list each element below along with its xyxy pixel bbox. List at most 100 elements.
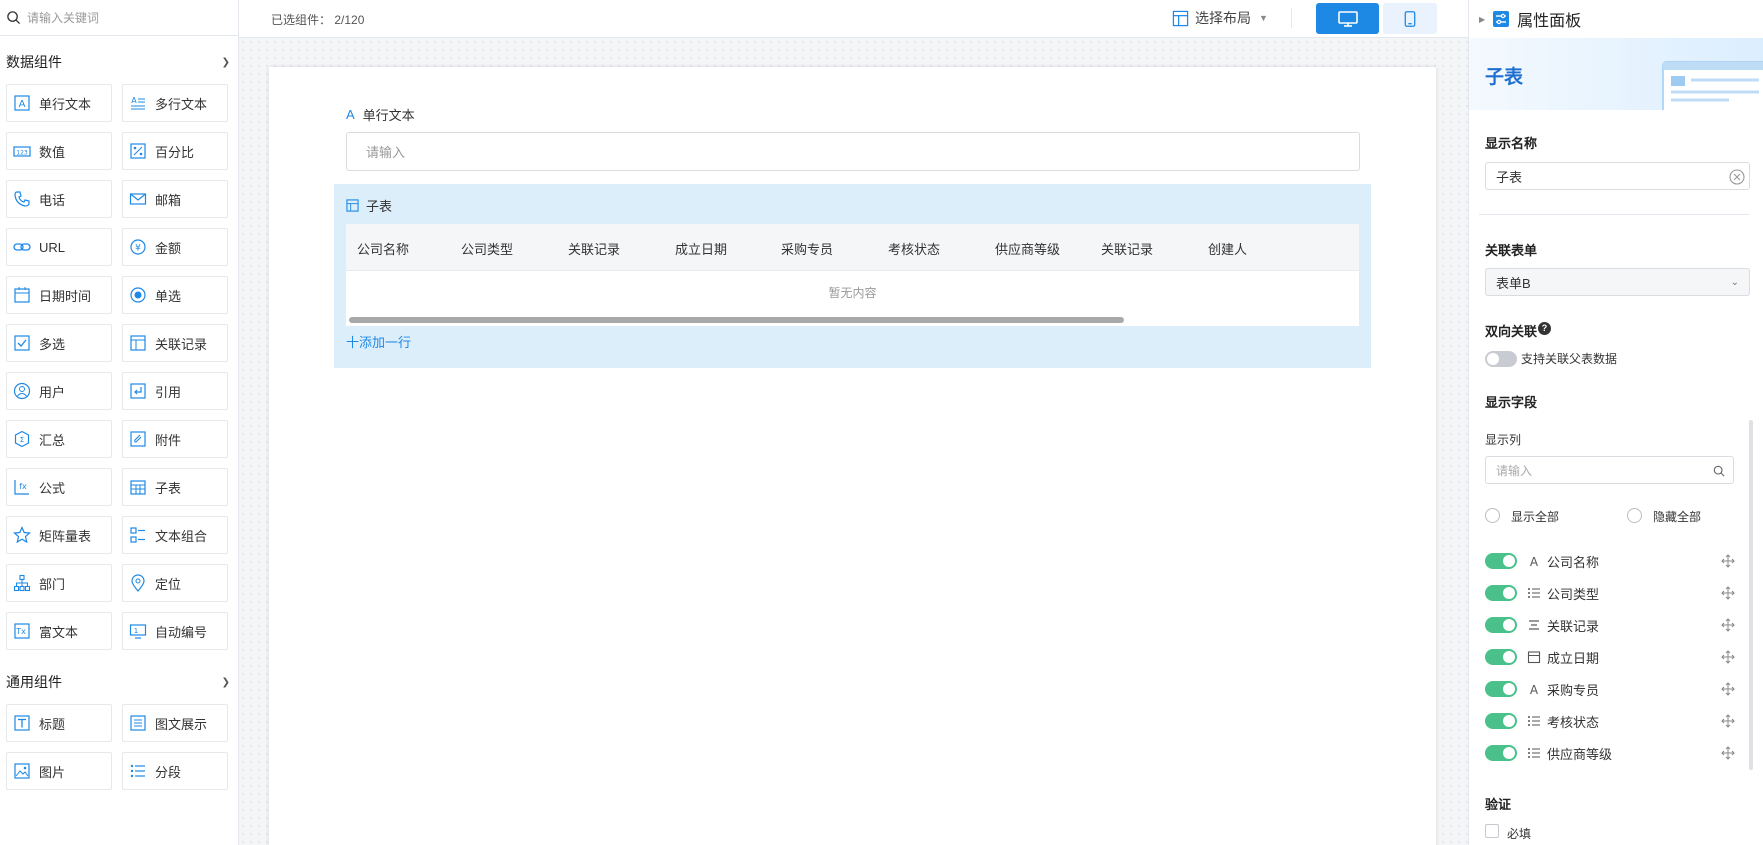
component-department[interactable]: 部门	[6, 564, 112, 602]
column-header: 创建人	[1208, 242, 1248, 257]
field-visibility-toggle[interactable]	[1485, 681, 1517, 697]
component-single-line-text[interactable]: A 单行文本	[6, 84, 112, 122]
field-visibility-toggle[interactable]	[1485, 713, 1517, 729]
location-pin-icon	[129, 574, 147, 592]
display-name-input[interactable]: 子表	[1485, 162, 1750, 190]
component-label: 自动编号	[155, 624, 208, 640]
toolbar-divider	[1291, 8, 1292, 28]
component-label: 日期时间	[39, 288, 92, 304]
subtable-icon	[346, 199, 359, 212]
svg-text:1: 1	[134, 627, 138, 635]
component-label: 矩阵量表	[39, 528, 92, 544]
horizontal-scrollbar[interactable]	[349, 317, 1124, 323]
component-phone[interactable]: 电话	[6, 180, 112, 218]
vertical-scrollbar[interactable]	[1749, 420, 1753, 770]
subtable-field[interactable]: 子表 公司名称 公司类型 关联记录 成立日期 采购专员 考核状态 供应商等级 关…	[334, 184, 1371, 368]
component-image[interactable]: 图片	[6, 752, 112, 790]
drag-handle-icon[interactable]	[1721, 618, 1735, 632]
field-row: 考核状态	[1485, 711, 1735, 731]
related-form-label: 关联表单	[1485, 243, 1538, 258]
component-multi-line-text[interactable]: A 多行文本	[122, 84, 228, 122]
general-components-group-title: 通用组件	[6, 674, 62, 690]
chevron-down-icon: ⌄	[1730, 276, 1739, 288]
component-location[interactable]: 定位	[122, 564, 228, 602]
component-search-input[interactable]	[27, 10, 227, 25]
add-row-button[interactable]: 十添加一行	[346, 332, 411, 351]
component-matrix-scale[interactable]: 矩阵量表	[6, 516, 112, 554]
field-single-line-text-input[interactable]: 请输入	[346, 132, 1360, 171]
clear-icon[interactable]	[1729, 169, 1745, 185]
component-rich-text[interactable]: Tx 富文本	[6, 612, 112, 650]
field-visibility-toggle[interactable]	[1485, 649, 1517, 665]
field-label-text: 单行文本	[362, 108, 415, 123]
bidirectional-desc: 支持关联父表数据	[1521, 352, 1618, 366]
component-mail[interactable]: 邮箱	[122, 180, 228, 218]
component-auto-number[interactable]: 1 自动编号	[122, 612, 228, 650]
date-icon	[1527, 650, 1541, 664]
component-user[interactable]: 用户	[6, 372, 112, 410]
department-icon	[13, 574, 31, 592]
show-all-radio[interactable]	[1485, 508, 1500, 523]
field-name: 考核状态	[1547, 714, 1600, 730]
field-visibility-toggle[interactable]	[1485, 617, 1517, 633]
field-row: 成立日期	[1485, 647, 1735, 667]
mobile-view-button[interactable]	[1383, 3, 1437, 34]
column-header: 关联记录	[1101, 242, 1154, 257]
related-form-value: 表单B	[1496, 275, 1531, 291]
component-attachment[interactable]: 附件	[122, 420, 228, 458]
related-form-select[interactable]: 表单B ⌄	[1485, 268, 1750, 296]
field-visibility-toggle[interactable]	[1485, 745, 1517, 761]
component-formula[interactable]: fx 公式	[6, 468, 112, 506]
field-visibility-toggle[interactable]	[1485, 585, 1517, 601]
caret-down-icon: ▼	[1259, 13, 1268, 23]
component-currency[interactable]: ¥ 金额	[122, 228, 228, 266]
general-components-group-header[interactable]: 通用组件 ❯	[0, 672, 238, 692]
field-visibility-toggle[interactable]	[1485, 553, 1517, 569]
bidirectional-toggle[interactable]	[1485, 351, 1517, 367]
component-number[interactable]: 123 数值	[6, 132, 112, 170]
phone-icon	[13, 190, 31, 208]
property-panel-header[interactable]: ▶ 属性面板	[1469, 0, 1763, 38]
component-section[interactable]: 分段	[122, 752, 228, 790]
field-name: 采购专员	[1547, 682, 1600, 698]
help-icon[interactable]: ?	[1538, 322, 1551, 335]
component-label: 多选	[39, 336, 66, 352]
data-components-grid: A 单行文本 A 多行文本 123 数值 百分比 电话 邮箱 URL ¥ 金额 …	[0, 84, 238, 650]
summary-icon: Σ	[13, 430, 31, 448]
component-radio[interactable]: 单选	[122, 276, 228, 314]
drag-handle-icon[interactable]	[1721, 586, 1735, 600]
drag-handle-icon[interactable]	[1721, 682, 1735, 696]
layout-select[interactable]: 选择布局 ▼	[1172, 8, 1268, 28]
component-text-combine[interactable]: 文本组合	[122, 516, 228, 554]
component-percent[interactable]: 百分比	[122, 132, 228, 170]
table-illustration-icon	[1662, 61, 1763, 110]
svg-text:Σ: Σ	[20, 436, 24, 444]
component-summary[interactable]: Σ 汇总	[6, 420, 112, 458]
component-label: 数值	[39, 144, 66, 160]
column-search-input[interactable]: 请输入	[1485, 456, 1734, 484]
component-image-text[interactable]: 图文展示	[122, 704, 228, 742]
component-checkbox[interactable]: 多选	[6, 324, 112, 362]
title-icon	[13, 714, 31, 732]
component-relation-record[interactable]: 关联记录	[122, 324, 228, 362]
component-datetime[interactable]: 日期时间	[6, 276, 112, 314]
data-components-group-header[interactable]: 数据组件 ❯	[0, 52, 238, 72]
hide-all-radio[interactable]	[1627, 508, 1642, 523]
drag-handle-icon[interactable]	[1721, 714, 1735, 728]
drag-handle-icon[interactable]	[1721, 650, 1735, 664]
component-title[interactable]: 标题	[6, 704, 112, 742]
field-single-line-text-label: A 单行文本	[346, 105, 415, 124]
checkbox-icon	[13, 334, 31, 352]
drag-handle-icon[interactable]	[1721, 554, 1735, 568]
drag-handle-icon[interactable]	[1721, 746, 1735, 760]
user-icon	[13, 382, 31, 400]
desktop-icon	[1337, 10, 1358, 27]
radio-icon	[129, 286, 147, 304]
component-subtable[interactable]: 子表	[122, 468, 228, 506]
desktop-view-button[interactable]	[1316, 3, 1379, 34]
subtable-icon	[129, 478, 147, 496]
component-reference[interactable]: 引用	[122, 372, 228, 410]
column-header: 关联记录	[568, 242, 621, 257]
required-checkbox[interactable]	[1485, 824, 1499, 838]
component-url[interactable]: URL	[6, 228, 112, 266]
